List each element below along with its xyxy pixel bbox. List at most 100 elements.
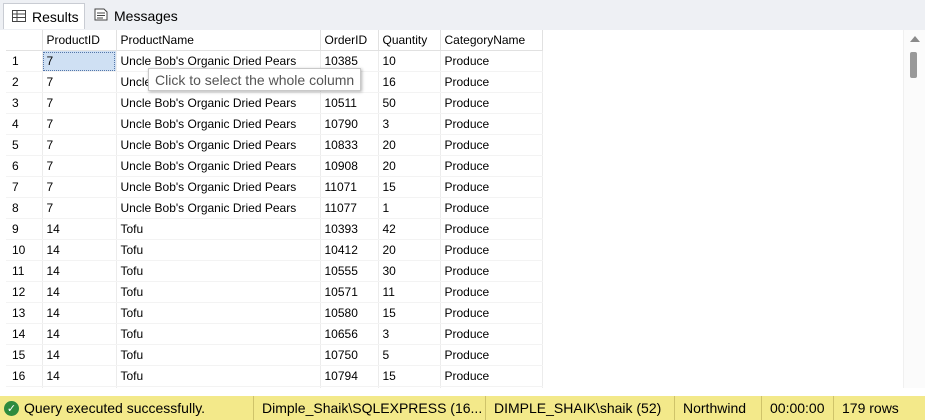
quantity-cell[interactable]: 10 xyxy=(378,50,441,72)
categoryname-cell[interactable]: Produce xyxy=(440,176,543,198)
productname-cell[interactable]: Uncle Bob's Organic Dried Pears xyxy=(116,155,321,177)
orderid-cell[interactable]: 10571 xyxy=(320,281,379,303)
row-number[interactable]: 2 xyxy=(6,71,43,93)
productid-cell[interactable]: 7 xyxy=(42,134,117,156)
categoryname-cell[interactable]: Produce xyxy=(440,92,543,114)
categoryname-cell[interactable]: Produce xyxy=(440,281,543,303)
orderid-cell[interactable]: 10393 xyxy=(320,218,379,240)
productid-cell[interactable]: 7 xyxy=(42,197,117,219)
productid-cell[interactable]: 14 xyxy=(42,302,117,324)
categoryname-cell[interactable]: Produce xyxy=(440,50,543,72)
orderid-cell[interactable]: 11076 xyxy=(320,386,379,388)
table-row[interactable]: 9 14 Tofu 10393 42 Produce xyxy=(6,218,543,240)
quantity-cell[interactable]: 20 xyxy=(378,155,441,177)
table-row[interactable]: 7 7 Uncle Bob's Organic Dried Pears 11071 15… xyxy=(6,176,543,198)
categoryname-cell[interactable]: Produce xyxy=(440,113,543,135)
orderid-cell[interactable]: 10580 xyxy=(320,302,379,324)
orderid-cell[interactable]: 10656 xyxy=(320,323,379,345)
orderid-cell[interactable]: 10555 xyxy=(320,260,379,282)
productname-cell[interactable]: Tofu xyxy=(116,281,321,303)
productid-cell[interactable]: 7 xyxy=(42,176,117,198)
table-row[interactable]: 5 7 Uncle Bob's Organic Dried Pears 10833 20… xyxy=(6,134,543,156)
column-header-productid[interactable]: ProductID xyxy=(42,30,117,51)
productid-cell[interactable]: 14 xyxy=(42,239,117,261)
productid-cell[interactable]: 14 xyxy=(42,365,117,387)
table-row[interactable]: 13 14 Tofu 10580 15 Produce xyxy=(6,302,543,324)
orderid-cell[interactable]: 10412 xyxy=(320,239,379,261)
productname-cell[interactable]: Uncle Bob's Organic Dried Pears xyxy=(116,134,321,156)
categoryname-cell[interactable]: Produce xyxy=(440,302,543,324)
row-number[interactable]: 1 xyxy=(6,50,43,72)
productname-cell[interactable]: Tofu xyxy=(116,302,321,324)
quantity-cell[interactable]: 15 xyxy=(378,302,441,324)
categoryname-cell[interactable]: Produce xyxy=(440,239,543,261)
orderid-cell[interactable]: 10511 xyxy=(320,92,379,114)
quantity-cell[interactable]: 3 xyxy=(378,323,441,345)
categoryname-cell[interactable]: Produce xyxy=(440,323,543,345)
orderid-cell[interactable]: 10790 xyxy=(320,113,379,135)
quantity-cell[interactable]: 15 xyxy=(378,176,441,198)
table-row[interactable]: 4 7 Uncle Bob's Organic Dried Pears 10790 3 P… xyxy=(6,113,543,135)
quantity-cell[interactable]: 42 xyxy=(378,218,441,240)
row-number[interactable]: 10 xyxy=(6,239,43,261)
table-row[interactable]: 1714Tofu1107620Produce xyxy=(6,386,543,388)
row-number[interactable]: 8 xyxy=(6,197,43,219)
productid-cell[interactable]: 7 xyxy=(42,92,117,114)
table-row[interactable]: 12 14 Tofu 10571 11 Produce xyxy=(6,281,543,303)
orderid-cell[interactable]: 10833 xyxy=(320,134,379,156)
vertical-scrollbar[interactable] xyxy=(903,30,925,388)
table-row[interactable]: 14 14 Tofu 10656 3 Produce xyxy=(6,323,543,345)
productname-cell[interactable]: Tofu xyxy=(116,323,321,345)
table-row[interactable]: 10 14 Tofu 10412 20 Produce xyxy=(6,239,543,261)
quantity-cell[interactable]: 30 xyxy=(378,260,441,282)
quantity-cell[interactable]: 20 xyxy=(378,239,441,261)
quantity-cell[interactable]: 20 xyxy=(378,386,441,388)
quantity-cell[interactable]: 3 xyxy=(378,113,441,135)
orderid-cell[interactable]: 10750 xyxy=(320,344,379,366)
table-row[interactable]: 3 7 Uncle Bob's Organic Dried Pears 10511 50… xyxy=(6,92,543,114)
row-number[interactable]: 11 xyxy=(6,260,43,282)
productid-cell[interactable]: 7 xyxy=(42,113,117,135)
orderid-cell[interactable]: 11071 xyxy=(320,176,379,198)
orderid-cell[interactable]: 10908 xyxy=(320,155,379,177)
row-number[interactable]: 3 xyxy=(6,92,43,114)
categoryname-cell[interactable]: Produce xyxy=(440,260,543,282)
productname-cell[interactable]: Tofu xyxy=(116,260,321,282)
row-number[interactable]: 9 xyxy=(6,218,43,240)
productid-cell[interactable]: 14 xyxy=(42,218,117,240)
table-row[interactable]: 16 14 Tofu 10794 15 Produce xyxy=(6,365,543,387)
table-row[interactable]: 11 14 Tofu 10555 30 Produce xyxy=(6,260,543,282)
orderid-cell[interactable]: 11077 xyxy=(320,197,379,219)
quantity-cell[interactable]: 16 xyxy=(378,71,441,93)
productname-cell[interactable]: Uncle Bob's Organic Dried Pears xyxy=(116,113,321,135)
quantity-cell[interactable]: 5 xyxy=(378,344,441,366)
productid-cell[interactable]: 14 xyxy=(42,260,117,282)
productid-cell[interactable]: 14 xyxy=(42,281,117,303)
quantity-cell[interactable]: 50 xyxy=(378,92,441,114)
tab-results[interactable]: Results xyxy=(3,3,85,29)
productid-cell[interactable]: 7 xyxy=(42,155,117,177)
column-header-categoryname[interactable]: CategoryName xyxy=(440,30,543,51)
categoryname-cell[interactable]: Produce xyxy=(440,134,543,156)
categoryname-cell[interactable]: Produce xyxy=(440,365,543,387)
categoryname-cell[interactable]: Produce xyxy=(440,218,543,240)
row-number[interactable]: 7 xyxy=(6,176,43,198)
productname-cell[interactable]: Tofu xyxy=(116,218,321,240)
productid-cell[interactable]: 7 xyxy=(42,71,117,93)
productname-cell[interactable]: Uncle Bob's Organic Dried Pears xyxy=(116,197,321,219)
scroll-up-arrow-icon[interactable] xyxy=(910,36,920,42)
productid-cell[interactable]: 14 xyxy=(42,386,117,388)
productname-cell[interactable]: Tofu xyxy=(116,239,321,261)
row-number[interactable]: 6 xyxy=(6,155,43,177)
categoryname-cell[interactable]: Produce xyxy=(440,155,543,177)
row-number[interactable]: 13 xyxy=(6,302,43,324)
orderid-cell[interactable]: 10794 xyxy=(320,365,379,387)
column-header-productname[interactable]: ProductName xyxy=(116,30,321,51)
categoryname-cell[interactable]: Produce xyxy=(440,344,543,366)
productid-cell[interactable]: 7 xyxy=(42,50,117,72)
results-grid[interactable]: ProductID ProductName OrderID Quantity C… xyxy=(6,30,903,388)
row-number[interactable]: 12 xyxy=(6,281,43,303)
row-number[interactable]: 14 xyxy=(6,323,43,345)
table-row[interactable]: 15 14 Tofu 10750 5 Produce xyxy=(6,344,543,366)
table-row[interactable]: 6 7 Uncle Bob's Organic Dried Pears 10908 20… xyxy=(6,155,543,177)
